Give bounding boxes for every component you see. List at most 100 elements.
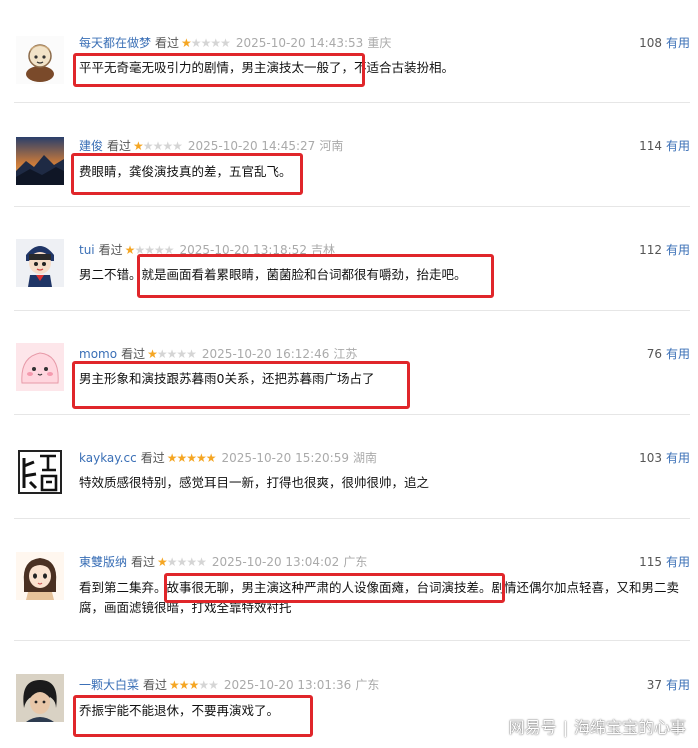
- vote-count: 103: [639, 451, 662, 465]
- star-icon: ★: [162, 139, 173, 153]
- user-avatar[interactable]: [16, 239, 64, 287]
- star-icon: ★: [152, 139, 164, 153]
- comment-date: 2025-10-20 15:20:59: [221, 451, 349, 465]
- vote-count: 112: [639, 243, 662, 257]
- star-icon: ★: [200, 36, 212, 50]
- vote-count: 108: [639, 36, 662, 50]
- cartoon-avatar-icon: [16, 36, 64, 84]
- user-avatar[interactable]: [16, 448, 64, 496]
- landscape-avatar-icon: [16, 137, 64, 185]
- star-icon: ★: [190, 36, 202, 50]
- star-icon: ★: [156, 347, 168, 361]
- vote-useful[interactable]: 37 有用: [647, 678, 690, 692]
- star-icon: ★: [188, 678, 200, 692]
- star-icon: ★: [133, 139, 144, 153]
- vote-useful-link[interactable]: 有用: [666, 139, 690, 153]
- watched-label: 看过: [143, 678, 168, 692]
- user-avatar[interactable]: [16, 343, 64, 391]
- vote-useful[interactable]: 108 有用: [639, 36, 690, 50]
- star-icon: ★: [166, 451, 178, 465]
- watched-label: 看过: [155, 36, 180, 50]
- username-link[interactable]: 一颗大白菜: [79, 678, 139, 692]
- vote-count: 115: [639, 555, 662, 569]
- highlight-box: [71, 153, 303, 195]
- comment-item: kaykay.cc 看过 ★★★★★ 2025-10-20 15:20:59 湖南 10…: [0, 414, 698, 518]
- vote-useful[interactable]: 103 有用: [639, 451, 690, 465]
- comment-item: 建俊 看过 ★★★★★ 2025-10-20 14:45:27 河南 114 有用 费眼睛…: [0, 102, 698, 206]
- vote-useful-link[interactable]: 有用: [666, 243, 690, 257]
- vote-useful-link[interactable]: 有用: [666, 347, 690, 361]
- highlight-box: [72, 361, 410, 409]
- comment-date: 2025-10-20 16:12:46: [201, 347, 330, 361]
- star-rating: ★★★★★: [157, 555, 207, 569]
- anime-girl-avatar-icon: [16, 552, 64, 600]
- watermark-brand: 网易号: [508, 718, 557, 737]
- comment-meta: kaykay.cc 看过 ★★★★★ 2025-10-20 15:20:59 湖南: [79, 451, 377, 465]
- comment-date: 2025-10-20 13:04:02: [211, 555, 340, 569]
- comment-location: 湖南: [352, 451, 377, 465]
- user-avatar[interactable]: [16, 674, 64, 722]
- username-link[interactable]: 建俊: [79, 139, 103, 153]
- highlight-box: [164, 573, 505, 603]
- star-icon: ★: [210, 36, 221, 50]
- star-icon: ★: [198, 678, 209, 692]
- star-icon: ★: [169, 678, 180, 692]
- comment-location: 江苏: [333, 347, 358, 361]
- username-link[interactable]: 每天都在做梦: [79, 36, 151, 50]
- vote-useful[interactable]: 76 有用: [647, 347, 690, 361]
- star-icon: ★: [196, 555, 207, 569]
- comment-location: 河南: [319, 139, 344, 153]
- vote-useful-link[interactable]: 有用: [666, 451, 690, 465]
- user-avatar[interactable]: [16, 137, 64, 185]
- star-icon: ★: [181, 36, 192, 50]
- comment-text: 特效质感很特别，感觉耳目一新，打得也很爽，很帅很帅，追之: [79, 475, 430, 490]
- comment-item: tui 看过 ★★★★★ 2025-10-20 13:18:52 吉林 112 有用 男二…: [0, 206, 698, 310]
- star-icon: ★: [142, 139, 154, 153]
- star-icon: ★: [176, 451, 187, 465]
- star-icon: ★: [166, 555, 178, 569]
- star-rating: ★★★★★: [181, 36, 231, 50]
- star-icon: ★: [186, 451, 197, 465]
- vote-useful[interactable]: 115 有用: [639, 555, 690, 569]
- comment-meta: 建俊 看过 ★★★★★ 2025-10-20 14:45:27 河南: [79, 139, 343, 153]
- comment-date: 2025-10-20 14:43:53: [235, 36, 364, 50]
- username-link[interactable]: 東雙版纳: [79, 555, 127, 569]
- vote-useful-link[interactable]: 有用: [666, 678, 690, 692]
- highlight-box: [137, 254, 494, 298]
- star-icon: ★: [157, 555, 168, 569]
- comment-meta: 東雙版纳 看过 ★★★★★ 2025-10-20 13:04:02 广东: [79, 555, 367, 569]
- username-link[interactable]: momo: [79, 347, 117, 361]
- comment-date: 2025-10-20 14:45:27: [187, 139, 316, 153]
- star-icon: ★: [124, 243, 136, 257]
- user-avatar[interactable]: [16, 36, 64, 84]
- vote-useful[interactable]: 114 有用: [639, 139, 690, 153]
- watched-label: 看过: [131, 555, 156, 569]
- comment-meta: momo 看过 ★★★★★ 2025-10-20 16:12:46 江苏: [79, 347, 357, 361]
- comment-item: momo 看过 ★★★★★ 2025-10-20 16:12:46 江苏 76 有用 男主…: [0, 310, 698, 414]
- username-link[interactable]: tui: [79, 243, 95, 257]
- watermark: 网易号 | 海绵宝宝的心事: [509, 714, 686, 738]
- watermark-separator: |: [562, 718, 568, 737]
- watched-label: 看过: [107, 139, 132, 153]
- star-rating: ★★★★★: [133, 139, 183, 153]
- watched-label: 看过: [98, 243, 123, 257]
- comment-location: 重庆: [367, 36, 392, 50]
- watched-label: 看过: [140, 451, 165, 465]
- comment-item: 每天都在做梦 看过 ★★★★★ 2025-10-20 14:43:53 重庆 108 有用…: [0, 0, 698, 102]
- user-avatar[interactable]: [16, 552, 64, 600]
- username-link[interactable]: kaykay.cc: [79, 451, 137, 465]
- vote-useful[interactable]: 112 有用: [639, 243, 690, 257]
- portrait-avatar-icon: [16, 674, 64, 722]
- comment-item: 東雙版纳 看过 ★★★★★ 2025-10-20 13:04:02 广东 115 有用 看…: [0, 518, 698, 640]
- calligraphy-avatar-icon: [16, 448, 64, 496]
- star-icon: ★: [208, 678, 219, 692]
- doll-avatar-icon: [16, 239, 64, 287]
- vote-useful-link[interactable]: 有用: [666, 36, 690, 50]
- star-rating: ★★★★★: [169, 678, 219, 692]
- star-icon: ★: [220, 36, 231, 50]
- star-icon: ★: [178, 678, 190, 692]
- highlight-box: [73, 53, 365, 87]
- comment-location: 广东: [355, 678, 380, 692]
- comment-meta: 一颗大白菜 看过 ★★★★★ 2025-10-20 13:01:36 广东: [79, 678, 379, 692]
- vote-useful-link[interactable]: 有用: [666, 555, 690, 569]
